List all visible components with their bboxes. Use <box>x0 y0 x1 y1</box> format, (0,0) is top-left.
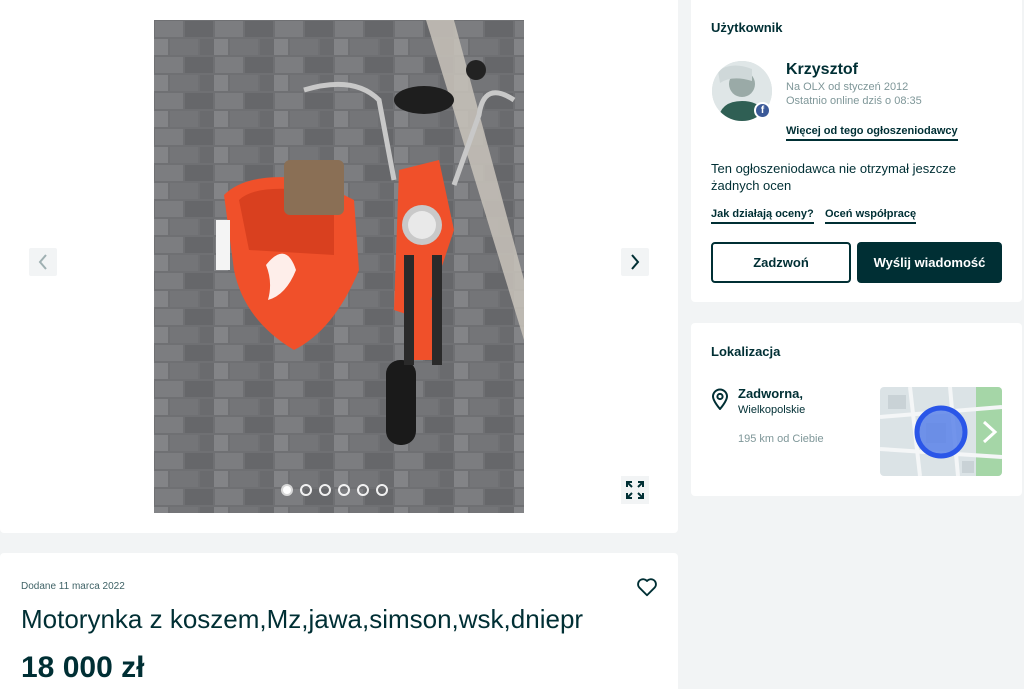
added-date: Dodane 11 marca 2022 <box>21 581 125 592</box>
heart-icon <box>637 578 657 597</box>
favorite-button[interactable] <box>636 576 658 598</box>
how-ratings-work-link[interactable]: Jak działają oceny? <box>711 208 814 224</box>
location-map[interactable] <box>880 387 1002 476</box>
gallery-dot[interactable] <box>338 484 350 496</box>
gallery-dot[interactable] <box>300 484 312 496</box>
facebook-icon: f <box>754 102 771 119</box>
gallery-dots <box>281 484 388 496</box>
listing-photo[interactable] <box>154 20 524 513</box>
gallery-dot[interactable] <box>376 484 388 496</box>
location-section-title: Lokalizacja <box>711 344 781 359</box>
fullscreen-button[interactable] <box>621 476 649 504</box>
gallery-dot[interactable] <box>281 484 293 496</box>
user-name: Krzysztof <box>786 61 859 78</box>
ad-price: 18 000 zł <box>21 651 145 684</box>
ad-title: Motorynka z koszem,Mz,jawa,simson,wsk,dn… <box>21 604 584 634</box>
call-button[interactable]: Zadzwoń <box>711 242 851 283</box>
chevron-right-icon <box>631 254 640 270</box>
expand-icon <box>626 481 644 499</box>
gallery-prev-button[interactable] <box>29 248 57 276</box>
image-gallery <box>0 0 678 533</box>
rate-cooperation-link[interactable]: Oceń współpracę <box>825 208 917 224</box>
gallery-dot[interactable] <box>319 484 331 496</box>
location-region: Wielkopolskie <box>738 404 806 416</box>
send-message-button[interactable]: Wyślij wiadomość <box>857 242 1002 283</box>
map-thumbnail <box>880 387 1002 476</box>
motorcycle-photo <box>154 20 524 513</box>
member-since: Na OLX od styczeń 2012 <box>786 81 909 93</box>
rating-text: Ten ogłoszeniodawca nie otrzymał jeszcze… <box>711 161 956 193</box>
more-from-seller-link[interactable]: Więcej od tego ogłoszeniodawcy <box>786 125 958 141</box>
location-pin-icon <box>711 388 729 411</box>
last-online: Ostatnio online dziś o 08:35 <box>786 95 922 107</box>
gallery-dot[interactable] <box>357 484 369 496</box>
chevron-left-icon <box>38 254 47 270</box>
location-distance: 195 km od Ciebie <box>738 433 824 445</box>
user-section-title: Użytkownik <box>711 20 783 35</box>
gallery-next-button[interactable] <box>621 248 649 276</box>
location-city: Zadworna, <box>738 386 804 401</box>
